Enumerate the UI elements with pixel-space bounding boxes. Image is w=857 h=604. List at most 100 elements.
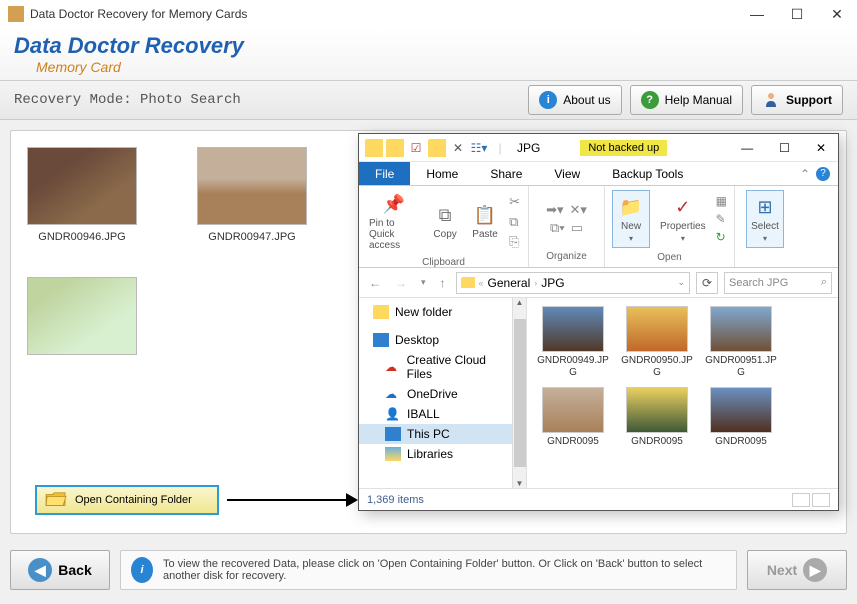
nav-back-button[interactable]: ← [365,276,385,290]
minimize-button[interactable]: — [749,6,765,22]
view-details-button[interactable] [792,493,810,507]
tab-file[interactable]: File [359,162,410,185]
next-button[interactable]: Next ▶ [747,550,847,590]
nav-history-dropdown[interactable]: ▾ [417,277,430,288]
properties-dropdown-icon[interactable]: ☷▾ [470,139,488,157]
view-icons-button[interactable] [812,493,830,507]
chevron-down-icon: ▾ [681,234,685,243]
back-button[interactable]: ◀ Back [10,550,110,590]
photo-thumb[interactable]: GNDR00947.JPG [197,147,307,243]
delete-icon[interactable]: ✕▾ [570,202,587,218]
nav-up-button[interactable]: ↑ [436,276,450,290]
file-thumbnail [542,306,604,352]
help-label: Help Manual [665,93,732,107]
explorer-minimize-button[interactable]: — [741,141,753,155]
support-button[interactable]: Support [751,85,843,115]
file-item[interactable]: GNDR0095 [619,387,695,448]
item-count: 1,369 items [367,494,424,506]
close-button[interactable]: ✕ [829,6,845,22]
thumb-image [27,277,137,355]
copy-to-icon[interactable]: ⧉▾ [550,220,565,236]
footer-info-text: To view the recovered Data, please click… [163,558,726,582]
photo-thumb[interactable]: GNDR00946.JPG [27,147,137,243]
file-name: GNDR00949.JPG [535,355,611,379]
refresh-button[interactable]: ⟳ [696,272,718,294]
maximize-button[interactable]: ☐ [789,6,805,22]
explorer-close-button[interactable]: ✕ [816,141,826,155]
file-item[interactable]: GNDR0095 [703,387,779,448]
tree-creative-cloud[interactable]: ☁ Creative Cloud Files [359,350,526,384]
select-button[interactable]: ⊞ Select ▾ [746,190,784,248]
explorer-nav-tree: New folder Desktop ☁ Creative Cloud File… [359,298,527,488]
file-item[interactable]: GNDR00949.JPG [535,306,611,379]
ribbon-collapse-icon[interactable]: ⌃ [800,167,810,181]
app-icon [8,6,24,22]
file-item[interactable]: GNDR0095 [535,387,611,448]
photo-thumb[interactable] [27,277,137,373]
breadcrumb-segment[interactable]: JPG [541,276,564,290]
ribbon-group-clipboard: Clipboard [359,257,528,268]
paste-shortcut-icon[interactable]: ⎘ [509,234,520,250]
tree-libraries[interactable]: Libraries [359,444,526,464]
tree-scrollbar[interactable]: ▲▼ [512,298,526,488]
tree-this-pc[interactable]: This PC [359,424,526,444]
thumb-filename: GNDR00947.JPG [208,231,295,243]
explorer-title: JPG [517,141,540,155]
open-icon[interactable]: ▦ [716,194,727,208]
folder-icon[interactable] [386,139,404,157]
explorer-titlebar: ☑ ✕ ☷▾ | JPG Not backed up — ☐ ✕ [359,134,838,162]
tree-onedrive[interactable]: ☁ OneDrive [359,384,526,404]
tree-new-folder[interactable]: New folder [359,302,526,322]
tab-home[interactable]: Home [410,162,474,185]
arrow-left-icon: ◀ [28,558,52,582]
file-name: GNDR00950.JPG [619,355,695,379]
help-icon: ? [641,91,659,109]
chevron-down-icon: ▾ [763,234,767,243]
explorer-maximize-button[interactable]: ☐ [779,141,790,155]
explorer-status-bar: 1,369 items [359,488,838,510]
tree-user[interactable]: 👤 IBALL [359,404,526,424]
file-name: GNDR00951.JPG [703,355,779,379]
pin-to-quick-access-button[interactable]: 📌 Pin to Quick access [367,190,421,253]
folder-icon[interactable] [365,139,383,157]
tab-share[interactable]: Share [474,162,538,185]
history-icon[interactable]: ↻ [716,230,727,244]
help-manual-button[interactable]: ? Help Manual [630,85,743,115]
move-to-icon[interactable]: ➡▾ [546,202,563,218]
address-input[interactable]: « General › JPG ⌄ [456,272,690,294]
chevron-down-icon[interactable]: ⌄ [677,277,685,288]
cloud-icon: ☁ [385,360,401,374]
paste-button[interactable]: 📋 Paste [469,201,501,242]
file-item[interactable]: GNDR00951.JPG [703,306,779,379]
file-item[interactable]: GNDR00950.JPG [619,306,695,379]
thumb-image [197,147,307,225]
support-label: Support [786,93,832,107]
open-folder-label: Open Containing Folder [75,494,192,506]
cut-icon[interactable]: ✂ [509,194,520,210]
help-icon[interactable]: ? [816,167,830,181]
folder-icon[interactable] [428,139,446,157]
nav-forward-button[interactable]: → [391,276,411,290]
explorer-ribbon: 📌 Pin to Quick access ⧉ Copy 📋 Paste ✂ ⧉… [359,186,838,268]
breadcrumb-segment[interactable]: General [488,276,531,290]
file-thumbnail [542,387,604,433]
file-name: GNDR0095 [631,436,683,448]
copy-path-icon[interactable]: ⧉ [509,214,520,230]
rename-icon[interactable]: ▭ [571,220,583,236]
properties-button[interactable]: ✓ Properties ▾ [658,193,708,245]
open-containing-folder-button[interactable]: Open Containing Folder [35,485,219,515]
tab-backup-tools[interactable]: Backup Tools [596,162,699,185]
search-input[interactable]: Search JPG ⌕ [724,272,832,294]
tree-desktop[interactable]: Desktop [359,330,526,350]
check-icon[interactable]: ☑ [407,139,425,157]
new-folder-button[interactable]: 📁 New ▾ [612,190,650,248]
tab-view[interactable]: View [538,162,596,185]
about-us-button[interactable]: i About us [528,85,621,115]
delete-icon[interactable]: ✕ [449,139,467,157]
pin-icon: 📌 [380,192,408,216]
onedrive-icon: ☁ [385,387,401,401]
copy-button[interactable]: ⧉ Copy [429,201,461,242]
paste-icon: 📋 [471,203,499,227]
edit-icon[interactable]: ✎ [716,212,727,226]
info-icon: i [539,91,557,109]
